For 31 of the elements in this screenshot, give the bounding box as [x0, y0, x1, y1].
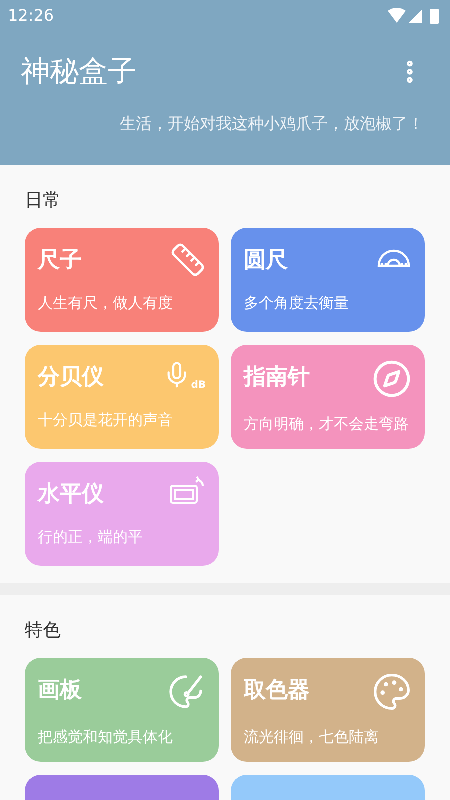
card-title: 取色器: [244, 677, 310, 705]
compass-icon: [372, 359, 412, 399]
tool-card[interactable]: 分贝仪 dB 十分贝是花开的声音: [25, 345, 219, 449]
status-icons: [388, 7, 442, 25]
tool-card[interactable]: 取色器 流光徘徊，七色陆离: [231, 658, 425, 762]
section-title: 日常: [25, 190, 61, 211]
card-subtitle: 多个角度去衡量: [244, 293, 350, 314]
card-subtitle: 人生有尺，做人有度: [38, 293, 174, 314]
tool-card[interactable]: 指南针 方向明确，才不会走弯路: [231, 345, 425, 449]
card-subtitle: 流光徘徊，七色陆离: [244, 727, 380, 748]
app-subtitle: 生活，开始对我这种小鸡爪子，放泡椒了！: [120, 113, 424, 135]
tool-card[interactable]: 画板 把感觉和知觉具体化: [25, 658, 219, 762]
card-title: 水平仪: [38, 481, 104, 509]
palette-icon: [372, 672, 412, 712]
card-subtitle: 把感觉和知觉具体化: [38, 727, 174, 748]
card-title: 画板: [38, 677, 82, 705]
card-title: 分贝仪: [38, 364, 104, 392]
card-title: 圆尺: [244, 247, 288, 275]
card-subtitle: 十分贝是花开的声音: [38, 410, 174, 431]
ruler-icon: [170, 242, 206, 278]
tool-card[interactable]: 水平仪 行的正，端的平: [25, 462, 219, 566]
card-subtitle: 方向明确，才不会走弯路: [244, 414, 410, 435]
card-subtitle: 行的正，端的平: [38, 527, 144, 548]
status-time: 12:26: [8, 5, 54, 27]
app-title: 神秘盒子: [21, 53, 137, 90]
tool-card[interactable]: 尺子 人生有尺，做人有度: [25, 228, 219, 332]
card-title: 指南针: [244, 364, 310, 392]
tool-card[interactable]: 圆尺 多个角度去衡量: [231, 228, 425, 332]
section-title: 特色: [25, 620, 61, 641]
card-title: 尺子: [38, 247, 82, 275]
level-icon: [168, 476, 206, 506]
